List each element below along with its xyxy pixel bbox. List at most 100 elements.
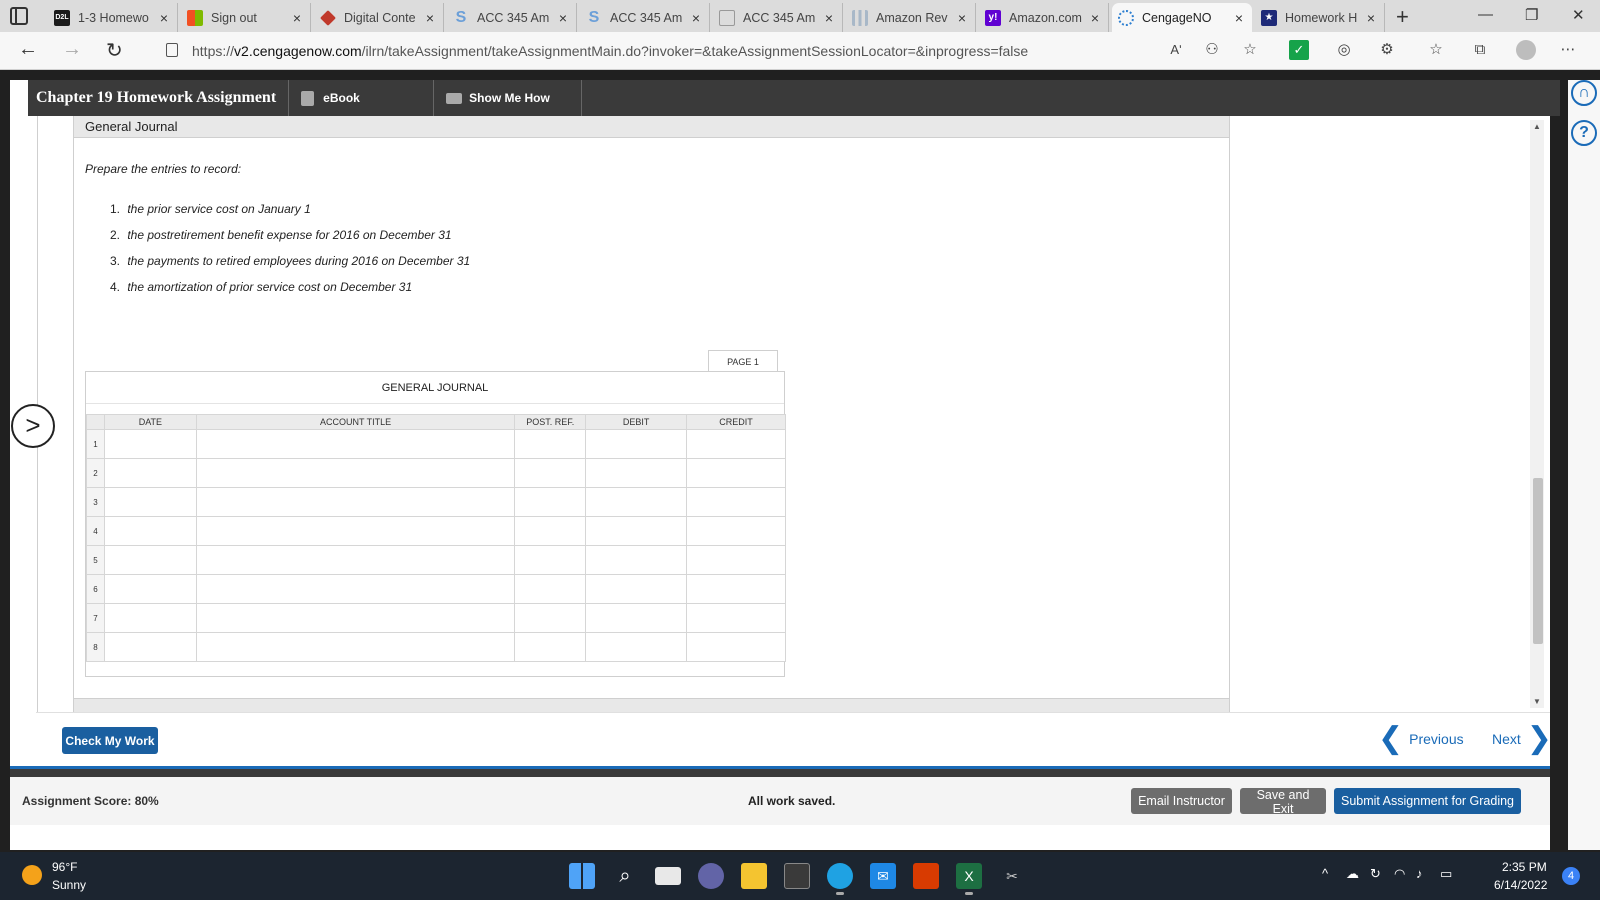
browser-tab-8[interactable]: y! Amazon.com × — [979, 3, 1109, 32]
ebook-button[interactable]: eBook — [289, 80, 435, 116]
post-ref-cell[interactable] — [514, 516, 587, 546]
credit-cell[interactable] — [686, 574, 786, 604]
weather-condition[interactable]: Sunny — [52, 878, 86, 892]
credit-cell[interactable] — [686, 429, 786, 459]
extension-circle-icon[interactable]: ◎ — [1334, 40, 1354, 60]
debit-cell[interactable] — [585, 632, 688, 662]
show-me-how-button[interactable]: Show Me How — [434, 80, 583, 116]
browser-tab-6[interactable]: ACC 345 Am × — [713, 3, 843, 32]
notification-badge[interactable]: 4 — [1562, 867, 1580, 885]
post-ref-cell[interactable] — [514, 429, 587, 459]
date-cell[interactable] — [103, 603, 197, 633]
favorite-add-icon[interactable]: ☆ — [1240, 40, 1260, 60]
office-icon[interactable] — [913, 863, 939, 889]
sun-icon[interactable] — [22, 865, 42, 885]
date-cell[interactable] — [103, 458, 197, 488]
scrollbar-thumb[interactable] — [1533, 478, 1543, 644]
close-tab-icon[interactable]: × — [290, 10, 304, 26]
debit-cell[interactable] — [585, 429, 688, 459]
post-ref-cell[interactable] — [514, 632, 587, 662]
account-title-cell[interactable] — [195, 545, 516, 575]
store-icon[interactable] — [784, 863, 810, 889]
account-title-cell[interactable] — [195, 516, 516, 546]
browser-tab-3[interactable]: Digital Conte × — [314, 3, 444, 32]
help-icon[interactable]: ? — [1571, 120, 1597, 146]
debit-cell[interactable] — [585, 603, 688, 633]
battery-icon[interactable]: ▭ — [1440, 866, 1452, 882]
favorites-icon[interactable]: ☆ — [1426, 40, 1446, 60]
close-tab-icon[interactable]: × — [1088, 10, 1102, 26]
restore-button[interactable]: ❐ — [1525, 6, 1538, 24]
weather-temperature[interactable]: 96°F — [52, 860, 77, 874]
credit-cell[interactable] — [686, 458, 786, 488]
tab-actions-icon[interactable] — [10, 7, 28, 25]
close-tab-icon[interactable]: × — [955, 10, 969, 26]
post-ref-cell[interactable] — [514, 574, 587, 604]
task-view-icon[interactable] — [655, 867, 681, 885]
account-title-cell[interactable] — [195, 429, 516, 459]
date-cell[interactable] — [103, 545, 197, 575]
browser-tab-4[interactable]: S ACC 345 Am × — [447, 3, 577, 32]
account-title-cell[interactable] — [195, 574, 516, 604]
extension-check-icon[interactable]: ✓ — [1289, 40, 1309, 60]
support-headset-icon[interactable]: ∩ — [1571, 80, 1597, 106]
chevron-up-icon[interactable]: ^ — [1322, 866, 1328, 881]
date-cell[interactable] — [103, 574, 197, 604]
collections-icon[interactable]: ⧉ — [1470, 40, 1490, 60]
refresh-button[interactable]: ↻ — [106, 38, 123, 63]
new-tab-button[interactable]: + — [1396, 4, 1409, 30]
browser-tab-5[interactable]: S ACC 345 Am × — [580, 3, 710, 32]
close-window-button[interactable]: ✕ — [1572, 6, 1585, 24]
scroll-down-icon[interactable]: ▼ — [1533, 697, 1541, 706]
excel-icon[interactable]: X — [956, 863, 982, 895]
close-tab-icon[interactable]: × — [822, 10, 836, 26]
file-explorer-icon[interactable] — [741, 863, 767, 889]
browser-tab-10[interactable]: ★ Homework H × — [1255, 3, 1385, 32]
debit-cell[interactable] — [585, 516, 688, 546]
credit-cell[interactable] — [686, 487, 786, 517]
close-tab-icon[interactable]: × — [423, 10, 437, 26]
browser-tab-9-active[interactable]: CengageNO × — [1112, 3, 1252, 32]
extensions-puzzle-icon[interactable]: ⚙ — [1377, 40, 1397, 60]
previous-button[interactable]: ❮ Previous — [1372, 724, 1464, 754]
profile-avatar[interactable] — [1516, 40, 1536, 60]
date-cell[interactable] — [103, 429, 197, 459]
lock-icon[interactable] — [166, 43, 178, 57]
snipping-tool-icon[interactable]: ✂ — [999, 863, 1025, 889]
back-button[interactable]: ← — [18, 38, 38, 61]
sync-icon[interactable]: ↻ — [1370, 866, 1381, 882]
browser-tab-7[interactable]: Amazon Rev × — [846, 3, 976, 32]
close-tab-icon[interactable]: × — [1364, 10, 1378, 26]
post-ref-cell[interactable] — [514, 545, 587, 575]
date-cell[interactable] — [103, 632, 197, 662]
journal-page-tab[interactable]: PAGE 1 — [708, 350, 778, 372]
debit-cell[interactable] — [585, 545, 688, 575]
credit-cell[interactable] — [686, 545, 786, 575]
debit-cell[interactable] — [585, 458, 688, 488]
browser-tab-1[interactable]: D2L 1-3 Homewo × — [48, 3, 178, 32]
account-title-cell[interactable] — [195, 632, 516, 662]
profile-share-icon[interactable]: ⚇ — [1202, 40, 1222, 60]
account-title-cell[interactable] — [195, 458, 516, 488]
address-bar[interactable]: https://v2.cengagenow.com/ilrn/takeAssig… — [192, 43, 1028, 59]
next-button[interactable]: Next ❯ — [1492, 724, 1558, 754]
forward-button[interactable]: → — [62, 38, 82, 61]
date-cell[interactable] — [103, 516, 197, 546]
volume-icon[interactable]: ♪ — [1416, 866, 1423, 881]
post-ref-cell[interactable] — [514, 458, 587, 488]
scroll-up-icon[interactable]: ▲ — [1533, 122, 1541, 131]
post-ref-cell[interactable] — [514, 603, 587, 633]
account-title-cell[interactable] — [195, 487, 516, 517]
credit-cell[interactable] — [686, 516, 786, 546]
close-tab-icon[interactable]: × — [157, 10, 171, 26]
more-menu-icon[interactable]: ⋯ — [1558, 40, 1578, 60]
close-tab-icon[interactable]: × — [1232, 10, 1246, 26]
edge-browser-icon[interactable] — [827, 863, 853, 895]
expand-panel-button[interactable]: > — [11, 404, 55, 448]
email-instructor-button[interactable]: Email Instructor — [1131, 788, 1232, 814]
cloud-icon[interactable]: ☁ — [1346, 866, 1359, 882]
browser-tab-2[interactable]: Sign out × — [181, 3, 311, 32]
wifi-icon[interactable]: ◠ — [1394, 866, 1405, 882]
teams-chat-icon[interactable] — [698, 863, 724, 889]
check-my-work-button[interactable]: Check My Work — [62, 727, 158, 754]
